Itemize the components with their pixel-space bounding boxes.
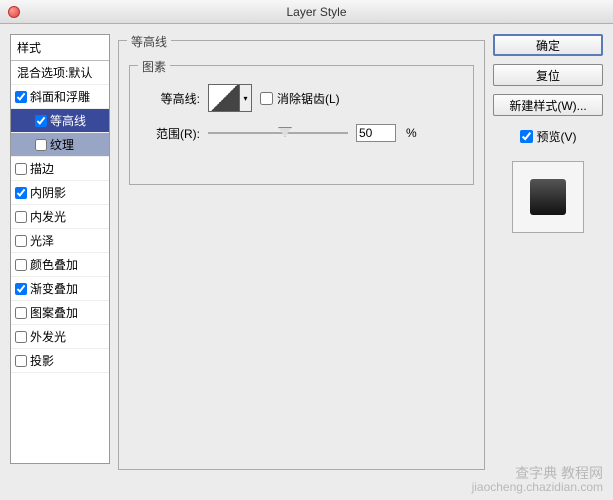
checkbox-outer-glow[interactable] bbox=[15, 331, 27, 343]
style-row-color-overlay[interactable]: 颜色叠加 bbox=[11, 253, 109, 277]
style-row-contour[interactable]: 等高线 bbox=[11, 109, 109, 133]
label: 斜面和浮雕 bbox=[30, 88, 90, 105]
content-panel: 等高线 图素 等高线: ▾ 消除锯齿(L) bbox=[118, 34, 485, 464]
preview-swatch bbox=[512, 161, 584, 233]
styles-header: 样式 bbox=[11, 35, 109, 61]
titlebar: Layer Style bbox=[0, 0, 613, 24]
watermark-line2: jiaocheng.chazidian.com bbox=[472, 480, 603, 494]
styles-panel: 样式 混合选项:默认 斜面和浮雕 等高线 纹理 描边 内阴影 内发光 bbox=[10, 34, 110, 464]
style-row-gradient-overlay[interactable]: 渐变叠加 bbox=[11, 277, 109, 301]
label: 等高线 bbox=[50, 112, 86, 129]
style-row-inner-shadow[interactable]: 内阴影 bbox=[11, 181, 109, 205]
style-row-texture[interactable]: 纹理 bbox=[11, 133, 109, 157]
preview-checkbox[interactable] bbox=[520, 130, 533, 143]
antialias-checkbox[interactable] bbox=[260, 92, 273, 105]
checkbox-texture[interactable] bbox=[35, 139, 47, 151]
label: 纹理 bbox=[50, 136, 74, 153]
label: 投影 bbox=[30, 352, 54, 369]
style-row-drop-shadow[interactable]: 投影 bbox=[11, 349, 109, 373]
chevron-down-icon: ▾ bbox=[243, 94, 247, 103]
label: 内阴影 bbox=[30, 184, 66, 201]
cancel-button[interactable]: 复位 bbox=[493, 64, 603, 86]
checkbox-stroke[interactable] bbox=[15, 163, 27, 175]
inner-title: 图素 bbox=[138, 58, 170, 75]
checkbox-drop-shadow[interactable] bbox=[15, 355, 27, 367]
label: 光泽 bbox=[30, 232, 54, 249]
checkbox-gradient-overlay[interactable] bbox=[15, 283, 27, 295]
group-title: 等高线 bbox=[127, 33, 171, 50]
slider-thumb-icon[interactable] bbox=[278, 127, 292, 137]
range-label: 范围(R): bbox=[140, 125, 200, 142]
window-title: Layer Style bbox=[286, 5, 346, 19]
close-icon[interactable] bbox=[8, 6, 20, 18]
style-row-stroke[interactable]: 描边 bbox=[11, 157, 109, 181]
checkbox-contour[interactable] bbox=[35, 115, 47, 127]
preview-label: 预览(V) bbox=[537, 128, 577, 145]
new-style-button[interactable]: 新建样式(W)... bbox=[493, 94, 603, 116]
checkbox-bevel[interactable] bbox=[15, 91, 27, 103]
label: 外发光 bbox=[30, 328, 66, 345]
label: 描边 bbox=[30, 160, 54, 177]
label: 颜色叠加 bbox=[30, 256, 78, 273]
style-row-pattern-overlay[interactable]: 图案叠加 bbox=[11, 301, 109, 325]
contour-dropdown[interactable]: ▾ bbox=[240, 84, 252, 112]
antialias-check[interactable]: 消除锯齿(L) bbox=[260, 90, 340, 107]
style-row-bevel[interactable]: 斜面和浮雕 bbox=[11, 85, 109, 109]
checkbox-color-overlay[interactable] bbox=[15, 259, 27, 271]
preview-thumbnail bbox=[530, 179, 566, 215]
label: 内发光 bbox=[30, 208, 66, 225]
blend-options-row[interactable]: 混合选项:默认 bbox=[11, 61, 109, 85]
range-row: 范围(R): % bbox=[140, 124, 463, 142]
watermark: 查字典 教程网 jiaocheng.chazidian.com bbox=[472, 466, 603, 494]
checkbox-pattern-overlay[interactable] bbox=[15, 307, 27, 319]
range-slider[interactable] bbox=[208, 132, 348, 134]
watermark-line1: 查字典 教程网 bbox=[472, 466, 603, 480]
contour-swatch[interactable] bbox=[208, 84, 240, 112]
right-panel: 确定 复位 新建样式(W)... 预览(V) bbox=[493, 34, 603, 464]
inner-group: 图素 等高线: ▾ 消除锯齿(L) 范围(R): bbox=[129, 65, 474, 185]
antialias-label: 消除锯齿(L) bbox=[277, 90, 340, 107]
contour-label: 等高线: bbox=[140, 90, 200, 107]
checkbox-satin[interactable] bbox=[15, 235, 27, 247]
contour-row: 等高线: ▾ 消除锯齿(L) bbox=[140, 84, 463, 112]
label: 图案叠加 bbox=[30, 304, 78, 321]
style-row-satin[interactable]: 光泽 bbox=[11, 229, 109, 253]
style-row-inner-glow[interactable]: 内发光 bbox=[11, 205, 109, 229]
style-row-outer-glow[interactable]: 外发光 bbox=[11, 325, 109, 349]
ok-button[interactable]: 确定 bbox=[493, 34, 603, 56]
contour-group: 等高线 图素 等高线: ▾ 消除锯齿(L) bbox=[118, 40, 485, 470]
range-unit: % bbox=[406, 126, 417, 140]
checkbox-inner-glow[interactable] bbox=[15, 211, 27, 223]
preview-toggle[interactable]: 预览(V) bbox=[493, 128, 603, 145]
range-input[interactable] bbox=[356, 124, 396, 142]
label: 渐变叠加 bbox=[30, 280, 78, 297]
checkbox-inner-shadow[interactable] bbox=[15, 187, 27, 199]
blend-label: 混合选项:默认 bbox=[17, 64, 92, 81]
dialog-body: 样式 混合选项:默认 斜面和浮雕 等高线 纹理 描边 内阴影 内发光 bbox=[0, 24, 613, 474]
